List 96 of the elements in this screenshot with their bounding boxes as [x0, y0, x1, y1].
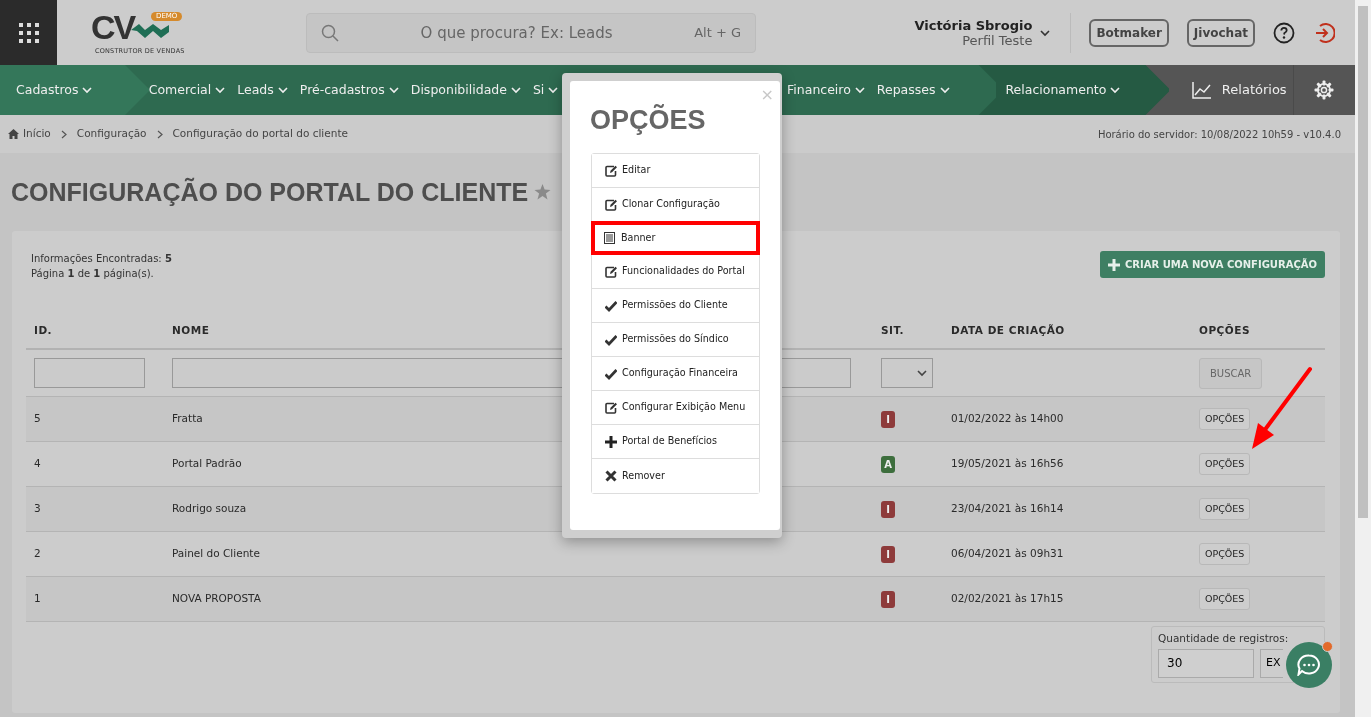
table-cell: NOVA PROPOSTA [172, 591, 261, 607]
summary-text: Página 1 de 1 página(s). [31, 267, 154, 281]
table-cell: 5 [34, 411, 41, 427]
star-icon[interactable] [534, 184, 552, 200]
logo-mark: CV [91, 10, 135, 44]
nav-menu-item[interactable]: Si [526, 80, 565, 100]
scrollbar-thumb[interactable] [1358, 6, 1368, 518]
header-button[interactable]: Jivochat [1186, 18, 1255, 47]
status-badge: I [881, 590, 895, 608]
table-cell: Rodrigo souza [172, 501, 247, 517]
breadcrumb-link[interactable]: Início [8, 126, 51, 142]
options-button[interactable]: OPÇÕES [1199, 497, 1251, 521]
status-badge: I [881, 545, 895, 563]
apps-menu-button[interactable] [0, 0, 57, 65]
records-field[interactable]: 30 [1158, 648, 1254, 678]
chevron-down-icon [1110, 86, 1121, 94]
table-cell: 06/04/2021 às 09h31 [951, 546, 1064, 562]
edit-icon [605, 401, 617, 414]
scrollbar[interactable] [1355, 0, 1371, 717]
reports-link[interactable]: Relatórios [1185, 65, 1293, 115]
nav-menu-item[interactable]: Comercial [142, 80, 232, 100]
close-icon [605, 470, 617, 482]
table-cell: 19/05/2021 às 16h56 [951, 456, 1064, 472]
table-cell: 4 [34, 456, 41, 472]
home-icon [8, 129, 19, 139]
table-cell: 23/04/2021 às 16h14 [951, 501, 1064, 517]
user-name: Victória Sbrogio [914, 17, 1033, 33]
status-badge: A [881, 455, 895, 473]
grid-icon [18, 22, 39, 43]
table-cell: 01/02/2022 às 14h00 [951, 411, 1064, 427]
column-header: SIT. [873, 302, 943, 350]
help-icon[interactable] [1273, 21, 1295, 44]
id-filter-field[interactable] [34, 358, 145, 388]
header-button[interactable]: Botmaker [1089, 18, 1169, 47]
list-icon [604, 232, 616, 244]
breadcrumb-link[interactable]: Configuração do portal do cliente [172, 126, 348, 142]
check-icon [605, 333, 617, 346]
shortcut-hint: Alt + G [694, 23, 741, 42]
logout-icon[interactable] [1313, 21, 1335, 44]
edit-icon [605, 164, 617, 177]
option-menu-item[interactable]: Banner [591, 221, 760, 255]
table-cell: 1 [34, 591, 41, 607]
check-icon [605, 299, 617, 312]
chevron-right-icon [60, 129, 67, 139]
options-button[interactable]: OPÇÕES [1199, 542, 1251, 566]
status-badge: I [881, 500, 895, 518]
chevron-down-icon [215, 86, 226, 94]
chevron-down-icon [917, 369, 927, 377]
server-time: Horário do servidor: 10/08/2022 10h59 - v10.4.0 [1097, 127, 1342, 142]
settings-icon[interactable] [1314, 80, 1335, 100]
breadcrumb-link[interactable]: Configuração [76, 126, 147, 142]
nav-menu-item[interactable]: Leads [231, 80, 294, 100]
edit-icon [605, 198, 617, 211]
create-button[interactable]: CRIAR UMA NOVA CONFIGURAÇÃO [1100, 251, 1325, 278]
notification-dot [1322, 641, 1333, 652]
options-button[interactable]: OPÇÕES [1199, 452, 1251, 476]
options-button[interactable]: OPÇÕES [1199, 587, 1251, 611]
table-cell: 2 [34, 546, 41, 562]
table-cell: Portal Padrão [172, 456, 242, 472]
table-cell: Painel do Cliente [172, 546, 260, 562]
chart-line-icon [1191, 81, 1212, 99]
user-profile: Perfil Teste [961, 32, 1033, 48]
column-header: DATA DE CRIAÇÃO [943, 302, 1191, 350]
chevron-down-icon [277, 86, 288, 94]
option-menu-item[interactable]: Editar [592, 154, 759, 188]
nav-menu-item[interactable]: Financeiro [781, 80, 871, 100]
chevron-down-icon[interactable] [1040, 28, 1051, 37]
nav-menu-item[interactable]: Pré-cadastros [293, 80, 405, 100]
table-cell: 02/02/2021 às 17h15 [951, 591, 1064, 607]
table-cell: 3 [34, 501, 41, 517]
status-badge: I [881, 410, 895, 428]
summary-text: Informações Encontradas: 5 [31, 252, 172, 266]
chat-bubble-icon [1297, 654, 1321, 676]
edit-icon [605, 265, 617, 278]
export-button[interactable]: EX [1260, 648, 1283, 678]
records-label: Quantidade de registros: [1158, 631, 1290, 646]
plus-icon [1108, 258, 1121, 271]
chevron-down-icon [854, 86, 865, 94]
chevron-down-icon [82, 86, 93, 94]
modal-title: OPÇÕES [590, 103, 706, 137]
chevron-down-icon [388, 86, 399, 94]
table-cell: Fratta [172, 411, 203, 427]
page-title: CONFIGURAÇÃO DO PORTAL DO CLIENTE [11, 177, 529, 207]
check-icon [605, 367, 617, 380]
column-header: ID. [26, 302, 164, 350]
search-field[interactable]: O que procura? Ex: Leads [339, 14, 695, 51]
plus-icon [605, 435, 617, 448]
chevron-down-icon [510, 86, 521, 94]
options-button[interactable]: OPÇÕES [1199, 407, 1251, 431]
nav-menu-item[interactable]: Disponibilidade [404, 80, 527, 100]
column-header: OPÇÕES [1191, 302, 1325, 350]
chevron-down-icon [548, 86, 559, 94]
chevron-down-icon [939, 86, 950, 94]
search-icon [321, 23, 339, 42]
chevron-right-icon [156, 129, 163, 139]
nav-menu-item[interactable]: Repasses [870, 80, 956, 100]
